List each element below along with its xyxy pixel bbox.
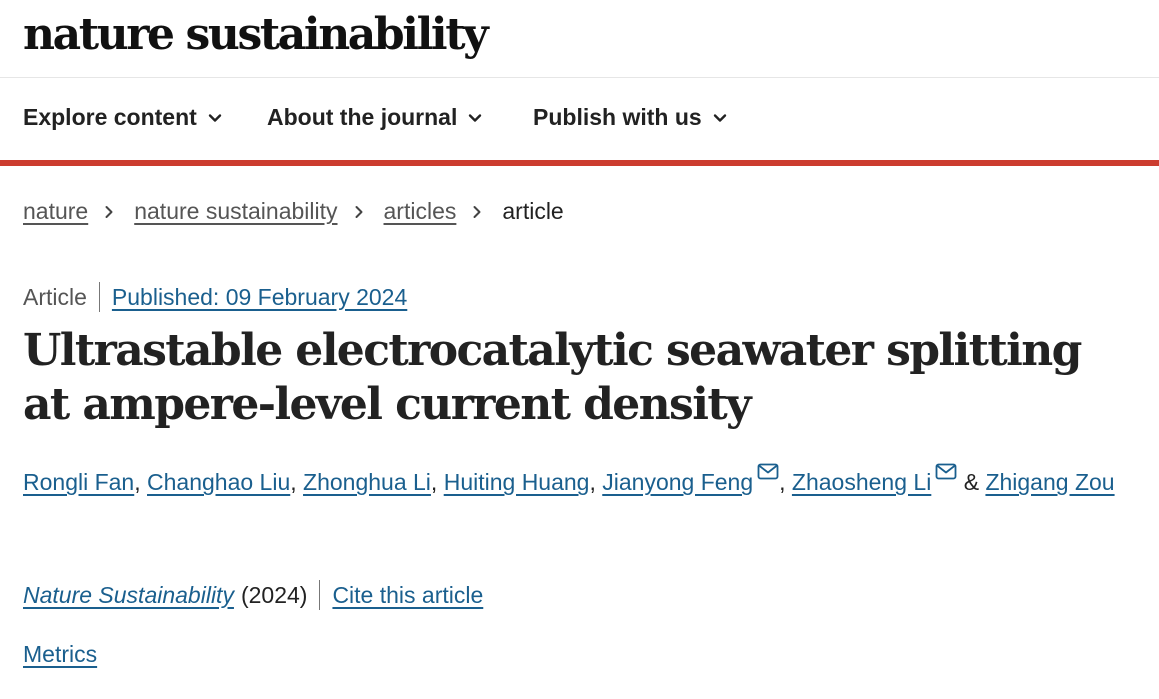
breadcrumb-nature-sustainability[interactable]: nature sustainability (134, 198, 337, 225)
author-link[interactable]: Zhonghua Li (303, 469, 431, 495)
site-header: nature sustainability (0, 0, 1159, 78)
article-title: Ultrastable electrocatalytic seawater sp… (23, 325, 1082, 430)
metrics-link[interactable]: Metrics (23, 641, 97, 667)
author-separator: , (290, 469, 304, 495)
cite-this-article-link[interactable]: Cite this article (332, 582, 483, 609)
author-separator: , (779, 469, 792, 495)
chevron-down-icon (469, 113, 482, 122)
citation-line: Nature Sustainability (2024) Cite this a… (23, 580, 483, 610)
nav-publish-with-us[interactable]: Publish with us (533, 104, 728, 131)
mail-icon[interactable] (935, 463, 957, 480)
chevron-right-icon (355, 205, 363, 218)
published-date-link[interactable]: Published: 09 February 2024 (112, 284, 407, 311)
author-separator: , (430, 469, 444, 495)
author-list: Rongli Fan, Changhao Liu, Zhonghua Li, H… (23, 458, 1123, 506)
journal-link[interactable]: Nature Sustainability (23, 582, 234, 609)
chevron-down-icon (208, 113, 222, 122)
nav-label: Explore content (23, 104, 197, 130)
breadcrumb-articles[interactable]: articles (384, 198, 457, 225)
breadcrumb: nature nature sustainability articles ar… (23, 198, 564, 225)
author-link[interactable]: Zhigang Zou (985, 469, 1114, 495)
journal-logo[interactable]: nature sustainability (23, 6, 489, 64)
main-nav: Explore content About the journal Publis… (0, 78, 1159, 166)
author-link[interactable]: Huiting Huang (444, 469, 590, 495)
nav-about-the-journal[interactable]: About the journal (267, 104, 483, 131)
author-link[interactable]: Zhaosheng Li (792, 469, 931, 495)
author-link[interactable]: Jianyong Feng (602, 469, 753, 495)
chevron-right-icon (105, 205, 113, 218)
metrics-section: Metrics (23, 641, 97, 668)
nav-label: About the journal (267, 104, 458, 130)
author-separator: , (134, 469, 148, 495)
breadcrumb-nature[interactable]: nature (23, 198, 88, 225)
article-type: Article (23, 283, 87, 310)
nav-explore-content[interactable]: Explore content (23, 104, 223, 131)
divider (98, 282, 100, 312)
nav-label: Publish with us (533, 104, 702, 130)
divider (319, 580, 321, 610)
author-separator: & (957, 469, 986, 495)
article-meta: Article Published: 09 February 2024 (23, 282, 407, 312)
chevron-down-icon (713, 113, 726, 122)
author-link[interactable]: Rongli Fan (23, 469, 134, 495)
author-link[interactable]: Changhao Liu (147, 469, 290, 495)
breadcrumb-current: article (502, 198, 564, 224)
author-separator: , (589, 469, 603, 495)
mail-icon[interactable] (757, 463, 779, 480)
publication-year: (2024) (240, 581, 308, 608)
chevron-right-icon (473, 205, 481, 218)
